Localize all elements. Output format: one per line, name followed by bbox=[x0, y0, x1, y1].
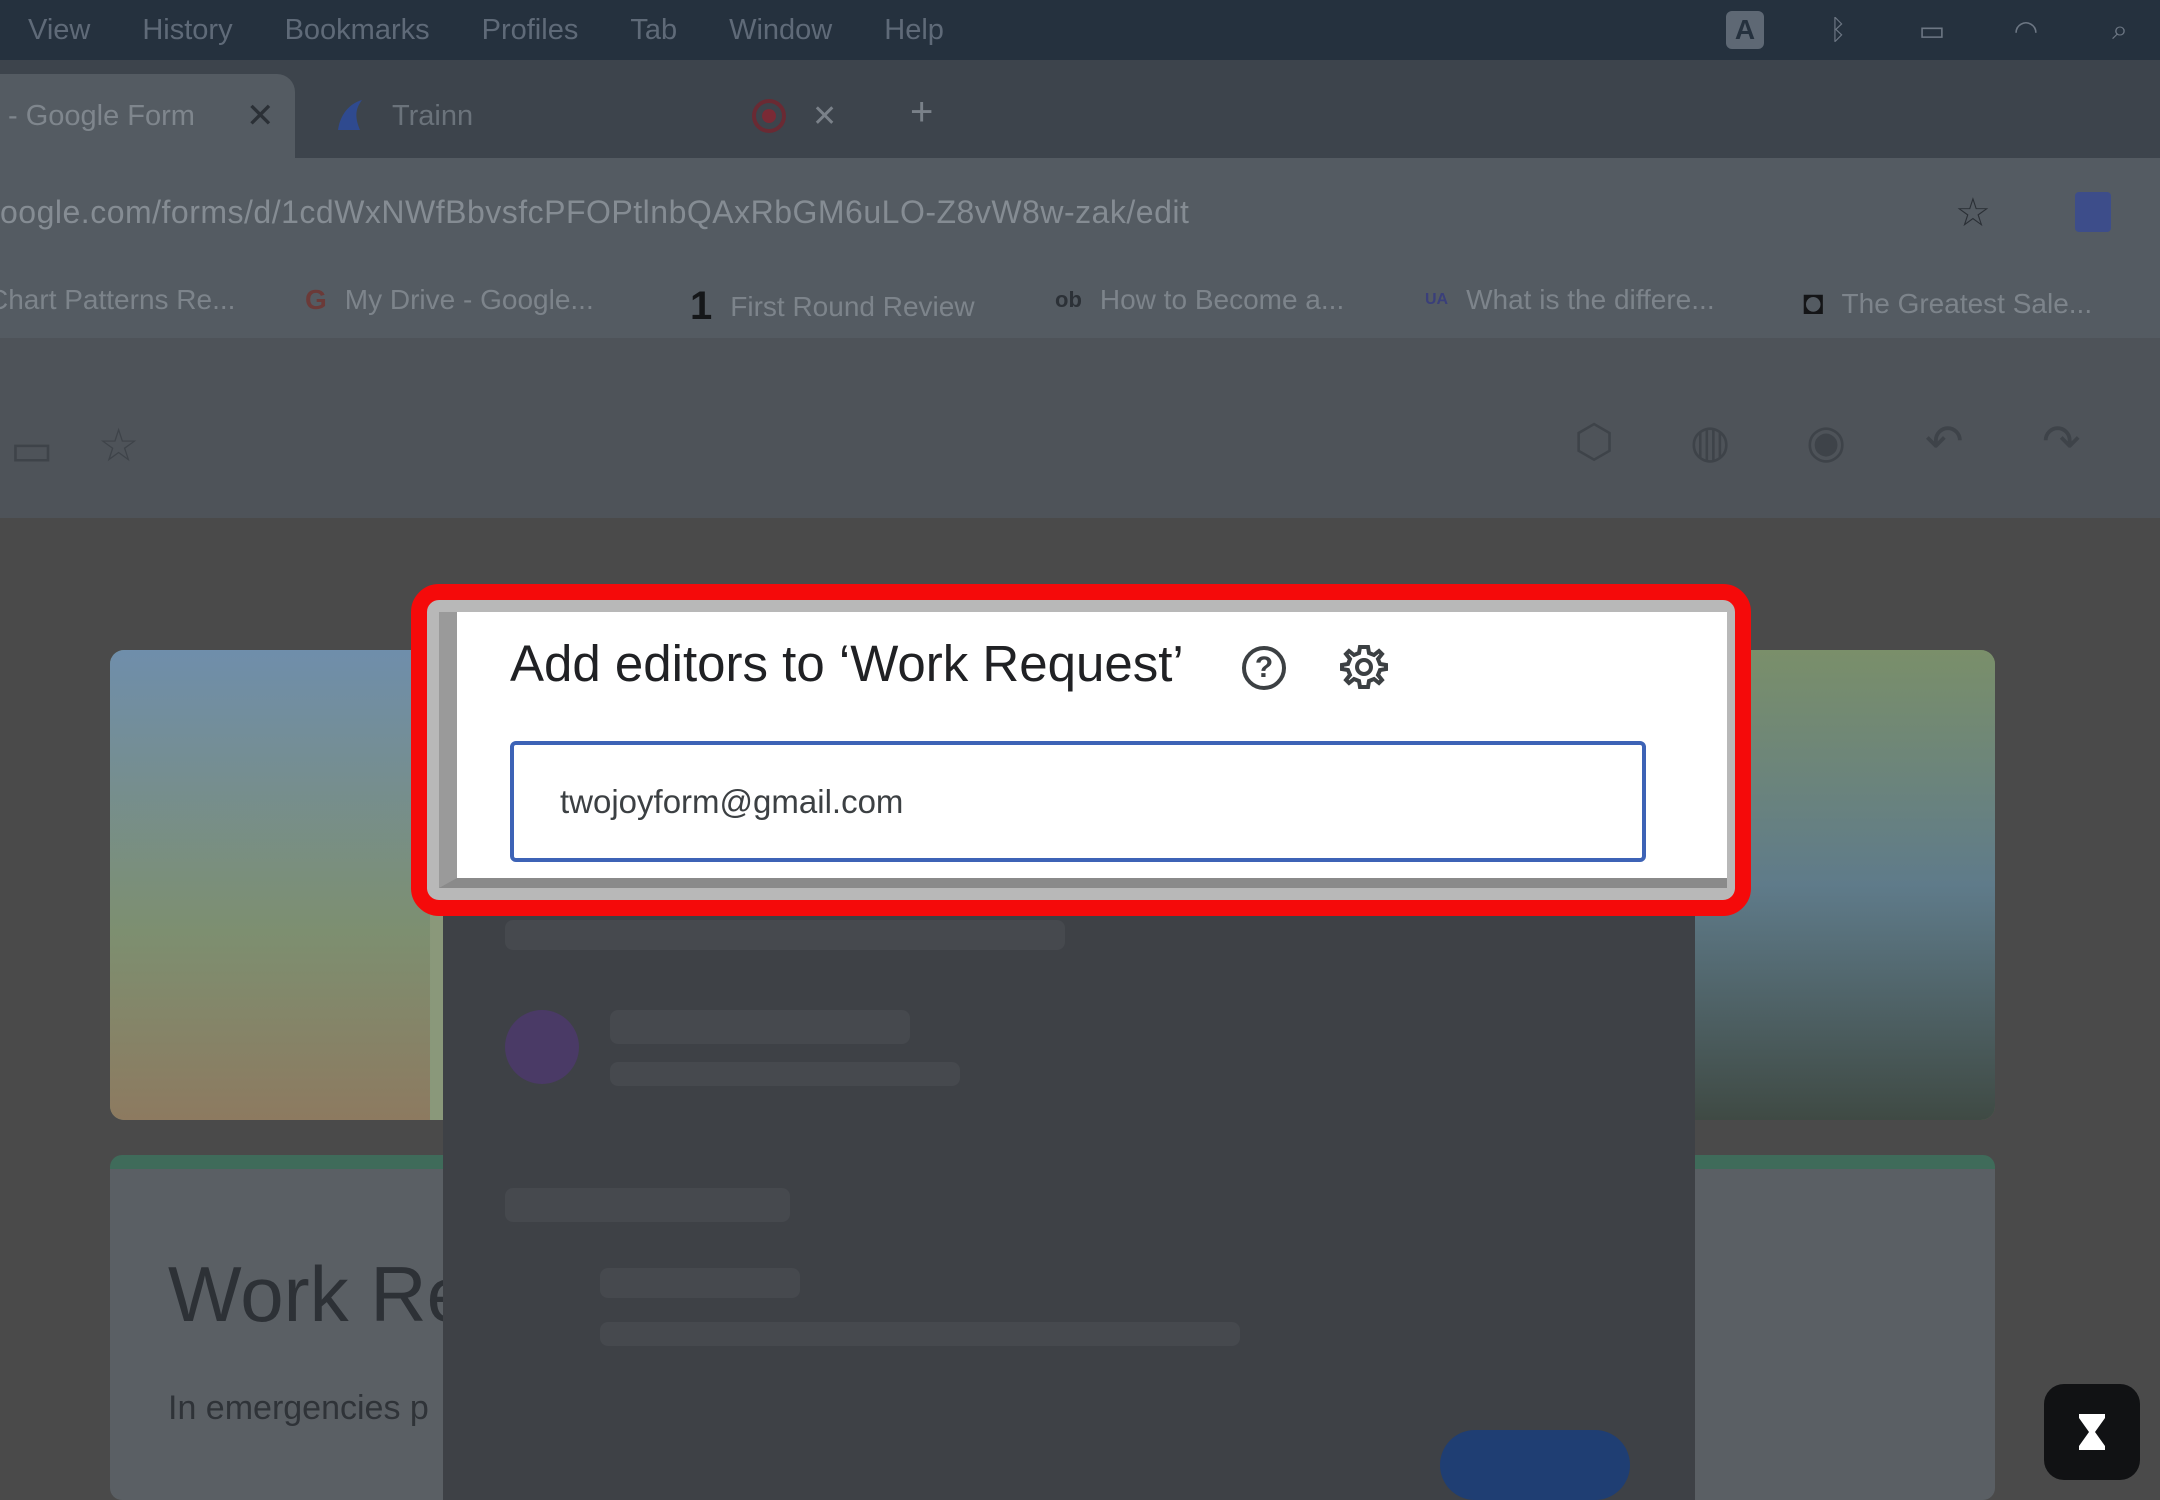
bookmark-what-is-difference[interactable]: UA What is the differe... bbox=[1425, 284, 1715, 316]
dialog-title: Add editors to ‘Work Request’ bbox=[510, 635, 1184, 692]
menu-tab[interactable]: Tab bbox=[630, 14, 677, 47]
bookmark-my-drive[interactable]: G My Drive - Google... bbox=[305, 284, 594, 316]
settings-gear-icon[interactable] bbox=[1339, 642, 1389, 692]
tab-label: - Google Form bbox=[8, 99, 195, 132]
bookmark-label: Chart Patterns Re... bbox=[0, 284, 236, 315]
google-icon: G bbox=[305, 284, 327, 315]
tab-google-forms[interactable]: - Google Form ✕ bbox=[0, 74, 295, 158]
add-editors-dialog: Add editors to ‘Work Request’ ? bbox=[439, 612, 1727, 888]
bookmark-label: How to Become a... bbox=[1099, 284, 1345, 315]
folder-icon[interactable]: ▭ bbox=[10, 422, 53, 476]
form-title: Work Re bbox=[168, 1250, 470, 1338]
avatar bbox=[505, 1010, 579, 1084]
keyboard-input-icon[interactable]: A bbox=[1726, 11, 1764, 49]
menu-view[interactable]: View bbox=[28, 14, 90, 47]
menu-window[interactable]: Window bbox=[729, 14, 832, 47]
wifi-icon[interactable]: ◠ bbox=[2006, 14, 2046, 47]
url-field[interactable]: oogle.com/forms/d/1cdWxNWfBbvsfcPFOPtlnb… bbox=[0, 194, 1189, 231]
add-editor-email-input[interactable] bbox=[510, 741, 1646, 862]
extension-icon[interactable] bbox=[2075, 192, 2111, 232]
blurred-text bbox=[600, 1322, 1240, 1346]
recording-icon bbox=[752, 99, 786, 133]
menu-history[interactable]: History bbox=[142, 14, 232, 47]
done-button[interactable] bbox=[1440, 1430, 1630, 1500]
forms-toolbar: ▭ ☆ ⬡ ◍ ◉ ↶ ↷ bbox=[0, 338, 2160, 518]
palette-icon[interactable]: ◍ bbox=[1690, 414, 1730, 468]
star-icon[interactable]: ☆ bbox=[98, 418, 139, 472]
tab-label: Trainn bbox=[392, 99, 474, 132]
blurred-text bbox=[610, 1010, 910, 1044]
banner-left-art bbox=[110, 650, 430, 1120]
close-tab-icon[interactable]: ✕ bbox=[812, 99, 837, 134]
bookmark-greatest-sale[interactable]: ◘ The Greatest Sale... bbox=[1803, 284, 2092, 323]
form-description: In emergencies p bbox=[168, 1389, 429, 1427]
undo-icon[interactable]: ↶ bbox=[1925, 414, 1964, 468]
tab-trainn[interactable]: Trainn ✕ bbox=[320, 74, 860, 158]
addon-icon[interactable]: ⬡ bbox=[1574, 414, 1614, 468]
redo-icon[interactable]: ↷ bbox=[2042, 414, 2081, 468]
spotlight-search-icon[interactable]: ⌕ bbox=[2100, 14, 2140, 47]
bookmark-how-to-become[interactable]: ob How to Become a... bbox=[1055, 284, 1344, 316]
blurred-text bbox=[505, 1188, 790, 1222]
blurred-text bbox=[610, 1062, 960, 1086]
battery-icon[interactable]: ▭ bbox=[1912, 14, 1952, 47]
bluetooth-icon[interactable]: ᛒ bbox=[1818, 14, 1858, 46]
hourglass-icon[interactable] bbox=[2044, 1384, 2140, 1480]
help-icon[interactable]: ? bbox=[1242, 646, 1286, 690]
address-bar-row: oogle.com/forms/d/1cdWxNWfBbvsfcPFOPtlnb… bbox=[0, 158, 2160, 274]
ob-icon: ob bbox=[1055, 287, 1082, 312]
trainn-logo-icon bbox=[330, 96, 370, 136]
preview-icon[interactable]: ◉ bbox=[1806, 414, 1846, 468]
close-tab-icon[interactable]: ✕ bbox=[246, 96, 275, 136]
bookmark-label: My Drive - Google... bbox=[344, 284, 594, 315]
bookmark-label: What is the differe... bbox=[1466, 284, 1715, 315]
highlight-frame: Add editors to ‘Work Request’ ? bbox=[411, 584, 1751, 916]
bookmark-label: The Greatest Sale... bbox=[1841, 287, 2093, 319]
blurred-text bbox=[505, 920, 1065, 950]
menu-bookmarks[interactable]: Bookmarks bbox=[285, 14, 430, 47]
new-tab-button[interactable]: + bbox=[910, 90, 933, 135]
menu-bar: View History Bookmarks Profiles Tab Wind… bbox=[0, 0, 2160, 60]
first-round-icon: 1 bbox=[690, 284, 713, 328]
greatest-sale-icon: ◘ bbox=[1803, 284, 1824, 322]
bookmark-first-round[interactable]: 1 First Round Review bbox=[690, 284, 975, 329]
tab-strip: - Google Form ✕ Trainn ✕ + bbox=[0, 60, 2160, 158]
status-tray: A ᛒ ▭ ◠ ⌕ bbox=[1726, 0, 2140, 60]
bookmark-star-icon[interactable]: ☆ bbox=[1955, 190, 1991, 236]
menu-help[interactable]: Help bbox=[884, 14, 944, 47]
bookmarks-bar: Chart Patterns Re... G My Drive - Google… bbox=[0, 274, 2160, 338]
ua-icon: UA bbox=[1425, 291, 1449, 308]
bookmark-chart-patterns[interactable]: Chart Patterns Re... bbox=[0, 284, 235, 316]
blurred-text bbox=[600, 1268, 800, 1298]
bookmark-label: First Round Review bbox=[730, 290, 975, 322]
menu-profiles[interactable]: Profiles bbox=[482, 14, 579, 47]
